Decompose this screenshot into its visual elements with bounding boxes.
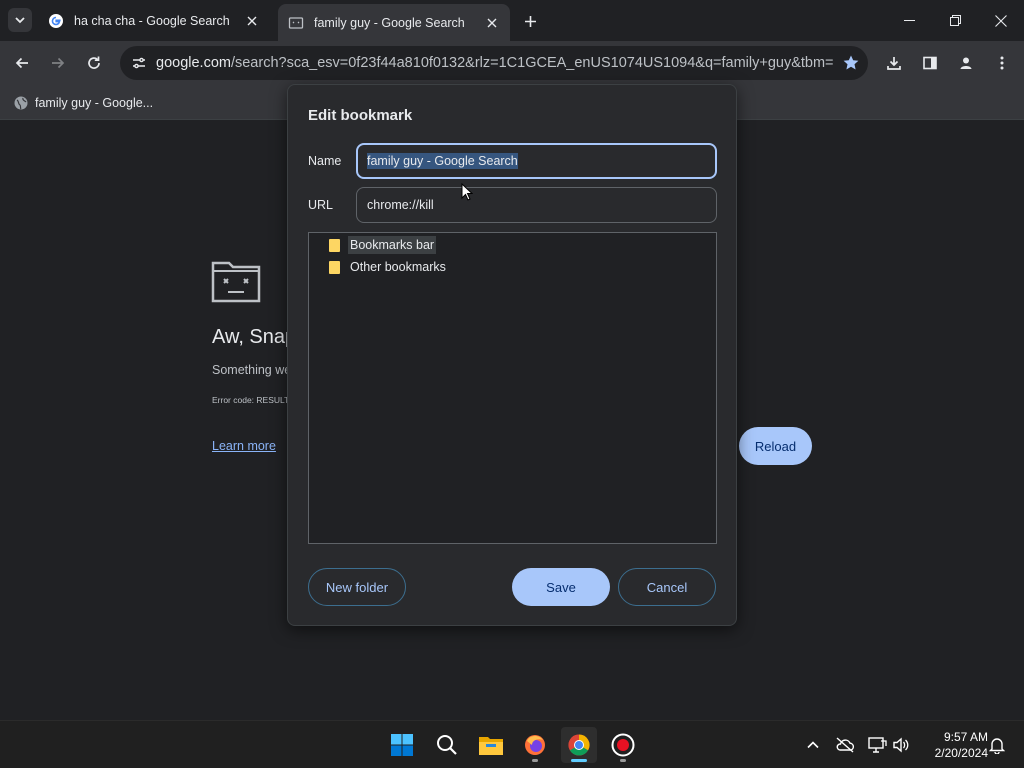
folder-icon xyxy=(329,260,340,274)
bookmark-label: family guy - Google... xyxy=(35,96,154,110)
url-host: google.com xyxy=(156,55,231,71)
restore-button[interactable] xyxy=(932,0,978,41)
profile-button[interactable] xyxy=(952,49,980,77)
bookmark-item[interactable]: family guy - Google... xyxy=(8,91,159,115)
reload-button[interactable]: Reload xyxy=(739,427,812,465)
edit-bookmark-dialog: Edit bookmark Name family guy - Google S… xyxy=(287,84,737,626)
close-window-button[interactable] xyxy=(978,0,1024,41)
learn-more-link[interactable]: Learn more xyxy=(212,439,276,453)
error-code: Error code: RESULT xyxy=(212,395,290,405)
account-icon xyxy=(960,57,972,69)
running-indicator xyxy=(532,759,538,762)
windows-icon xyxy=(391,734,413,756)
onedrive-button[interactable] xyxy=(833,733,857,757)
toolbar: google.com/search?sca_esv=0f23f44a810f01… xyxy=(0,41,1024,85)
globe-icon xyxy=(14,96,28,110)
minimize-button[interactable] xyxy=(886,0,932,41)
recorder-button[interactable] xyxy=(605,727,641,763)
volume-icon xyxy=(893,737,909,753)
side-panel-icon xyxy=(923,56,937,70)
back-button[interactable] xyxy=(8,49,36,77)
dialog-title: Edit bookmark xyxy=(308,107,413,124)
chrome-button[interactable] xyxy=(561,727,597,763)
omnibox[interactable]: google.com/search?sca_esv=0f23f44a810f01… xyxy=(120,46,868,80)
clock[interactable]: 9:57 AM 2/20/2024 xyxy=(918,729,988,761)
notifications-button[interactable] xyxy=(985,733,1009,757)
firefox-icon xyxy=(525,735,545,755)
error-title: Aw, Snap xyxy=(212,326,297,348)
chevron-up-icon xyxy=(807,741,819,749)
record-icon xyxy=(611,733,635,757)
network-button[interactable] xyxy=(865,733,889,757)
more-vert-icon xyxy=(1000,56,1004,70)
cloud-off-icon xyxy=(836,737,855,753)
star-filled-icon xyxy=(843,55,859,70)
clock-time: 9:57 AM xyxy=(943,730,988,744)
plus-icon xyxy=(524,15,536,27)
folder-tree[interactable]: Bookmarks bar Other bookmarks xyxy=(308,232,717,544)
tab-strip: ha cha cha - Google Search family guy - … xyxy=(0,0,1024,41)
new-tab-button[interactable] xyxy=(518,9,542,33)
tab-title: family guy - Google Search xyxy=(314,15,465,30)
tune-icon xyxy=(133,57,145,69)
save-button[interactable]: Save xyxy=(512,568,610,606)
folder-icon xyxy=(329,238,340,252)
search-button[interactable] xyxy=(429,727,465,763)
restore-icon xyxy=(949,15,961,26)
volume-button[interactable] xyxy=(889,733,913,757)
start-button[interactable] xyxy=(384,727,420,763)
clock-date: 2/20/2024 xyxy=(934,746,988,760)
tab-ha-cha-cha[interactable]: ha cha cha - Google Search xyxy=(38,4,270,37)
reload-icon xyxy=(88,56,100,69)
url-label: URL xyxy=(308,198,334,212)
bell-icon xyxy=(989,738,1005,754)
chevron-down-icon xyxy=(15,17,25,24)
url-field-value: chrome://kill xyxy=(367,198,434,212)
tab-title: ha cha cha - Google Search xyxy=(74,13,230,28)
folder-label: Other bookmarks xyxy=(350,260,446,274)
site-info-button[interactable] xyxy=(122,46,156,80)
sad-tab-icon xyxy=(288,16,304,29)
downloads-button[interactable] xyxy=(880,49,908,77)
download-icon xyxy=(887,57,901,70)
bookmark-star-button[interactable] xyxy=(834,46,868,80)
network-icon xyxy=(868,737,887,753)
url-field[interactable]: chrome://kill xyxy=(356,187,717,223)
folder-bookmarks-bar[interactable]: Bookmarks bar xyxy=(329,235,437,255)
chrome-icon xyxy=(568,734,590,756)
reload-toolbar-button[interactable] xyxy=(80,49,108,77)
address-text[interactable]: google.com/search?sca_esv=0f23f44a810f01… xyxy=(156,55,834,71)
cancel-button[interactable]: Cancel xyxy=(618,568,716,606)
running-indicator xyxy=(620,759,626,762)
google-icon xyxy=(49,13,63,28)
firefox-button[interactable] xyxy=(517,727,553,763)
error-message: Something we xyxy=(212,363,292,377)
forward-button[interactable] xyxy=(44,49,72,77)
tab-search-button[interactable] xyxy=(8,8,32,32)
active-indicator xyxy=(571,759,587,762)
folder-other-bookmarks[interactable]: Other bookmarks xyxy=(329,257,448,277)
new-folder-button[interactable]: New folder xyxy=(308,568,406,606)
arrow-left-icon xyxy=(15,57,28,69)
show-hidden-icons-button[interactable] xyxy=(801,733,825,757)
search-icon xyxy=(437,735,457,755)
folder-label: Bookmarks bar xyxy=(348,236,437,254)
side-panel-button[interactable] xyxy=(916,49,944,77)
name-field[interactable]: family guy - Google Search xyxy=(356,143,717,179)
minimize-icon xyxy=(903,20,915,21)
mouse-cursor-icon xyxy=(461,183,473,201)
url-path: /search?sca_esv=0f23f44a810f0132&rlz=1C1… xyxy=(230,55,834,71)
close-icon xyxy=(995,14,1007,27)
tab-family-guy[interactable]: family guy - Google Search xyxy=(278,4,510,41)
close-tab-icon[interactable] xyxy=(244,13,260,29)
arrow-right-icon xyxy=(52,57,65,69)
taskbar: 9:57 AM 2/20/2024 xyxy=(0,720,1024,768)
close-tab-icon[interactable] xyxy=(484,15,500,31)
sad-folder-icon xyxy=(211,261,261,303)
file-explorer-button[interactable] xyxy=(473,727,509,763)
name-label: Name xyxy=(308,154,342,168)
folder-icon xyxy=(479,737,503,755)
name-field-value: family guy - Google Search xyxy=(367,153,518,169)
menu-button[interactable] xyxy=(988,49,1016,77)
